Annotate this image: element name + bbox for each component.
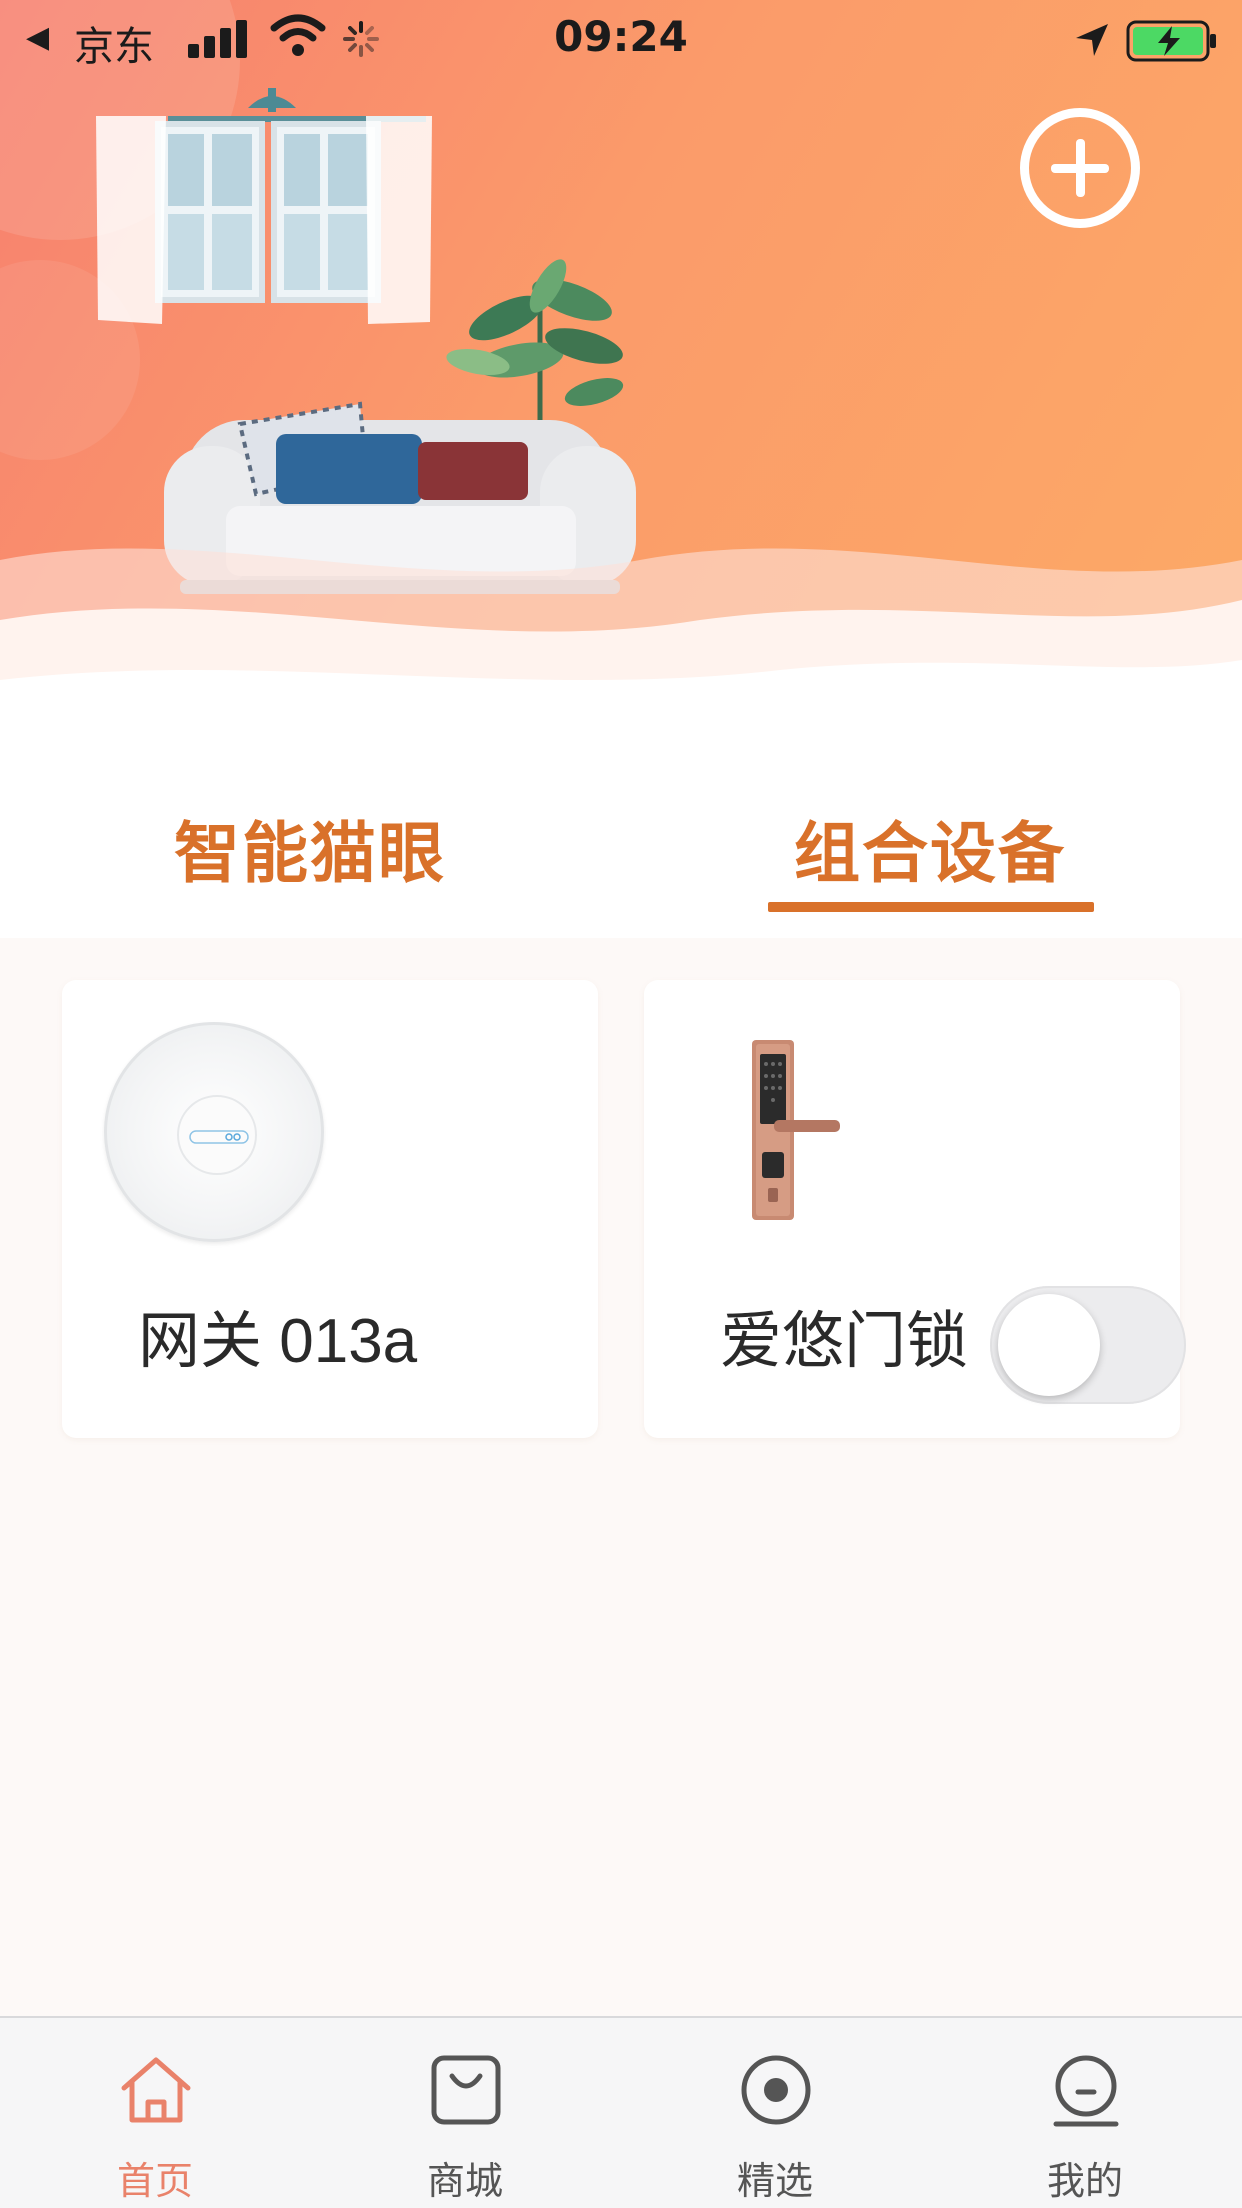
nav-label: 我的 bbox=[1046, 2159, 1123, 2203]
bottom-nav: 首页 商城 精选 我的 bbox=[0, 2016, 1242, 2208]
battery-charging-icon bbox=[1126, 20, 1216, 62]
hero-banner: ◀ 京东 09:24 bbox=[0, 0, 1242, 740]
nav-item-mall[interactable]: 商城 bbox=[310, 2018, 620, 2208]
status-bar: ◀ 京东 09:24 bbox=[0, 0, 1242, 80]
device-name: 网关 013a bbox=[138, 1307, 418, 1376]
nav-label: 精选 bbox=[736, 2159, 813, 2203]
nav-item-home[interactable]: 首页 bbox=[0, 2018, 310, 2208]
location-arrow-icon bbox=[1076, 24, 1108, 56]
nav-label: 商城 bbox=[426, 2159, 503, 2203]
nav-item-featured[interactable]: 精选 bbox=[620, 2018, 930, 2208]
device-tabs: 智能猫眼 组合设备 bbox=[0, 740, 1242, 938]
toggle-knob bbox=[998, 1294, 1100, 1396]
profile-icon bbox=[1053, 2055, 1119, 2127]
home-icon bbox=[121, 2057, 191, 2123]
living-room-illustration bbox=[0, 88, 1242, 740]
target-icon bbox=[741, 2055, 811, 2125]
tab-combo-devices[interactable]: 组合设备 bbox=[760, 800, 1100, 896]
device-card-gateway[interactable]: 网关 013a bbox=[62, 980, 598, 1438]
door-lock-toggle[interactable] bbox=[990, 1286, 1186, 1404]
brand-logo-icon bbox=[189, 1130, 249, 1144]
nav-label: 首页 bbox=[116, 2159, 193, 2203]
status-time: 09:24 bbox=[554, 12, 688, 61]
nav-item-mine[interactable]: 我的 bbox=[930, 2018, 1240, 2208]
active-tab-indicator bbox=[768, 902, 1094, 912]
add-device-button[interactable] bbox=[1020, 108, 1140, 228]
device-name: 爱悠门锁 bbox=[720, 1307, 969, 1376]
shopping-bag-icon bbox=[431, 2055, 501, 2125]
door-lock-icon bbox=[752, 1040, 840, 1220]
tab-smart-peephole[interactable]: 智能猫眼 bbox=[140, 800, 480, 896]
gateway-device-icon bbox=[104, 1022, 324, 1242]
